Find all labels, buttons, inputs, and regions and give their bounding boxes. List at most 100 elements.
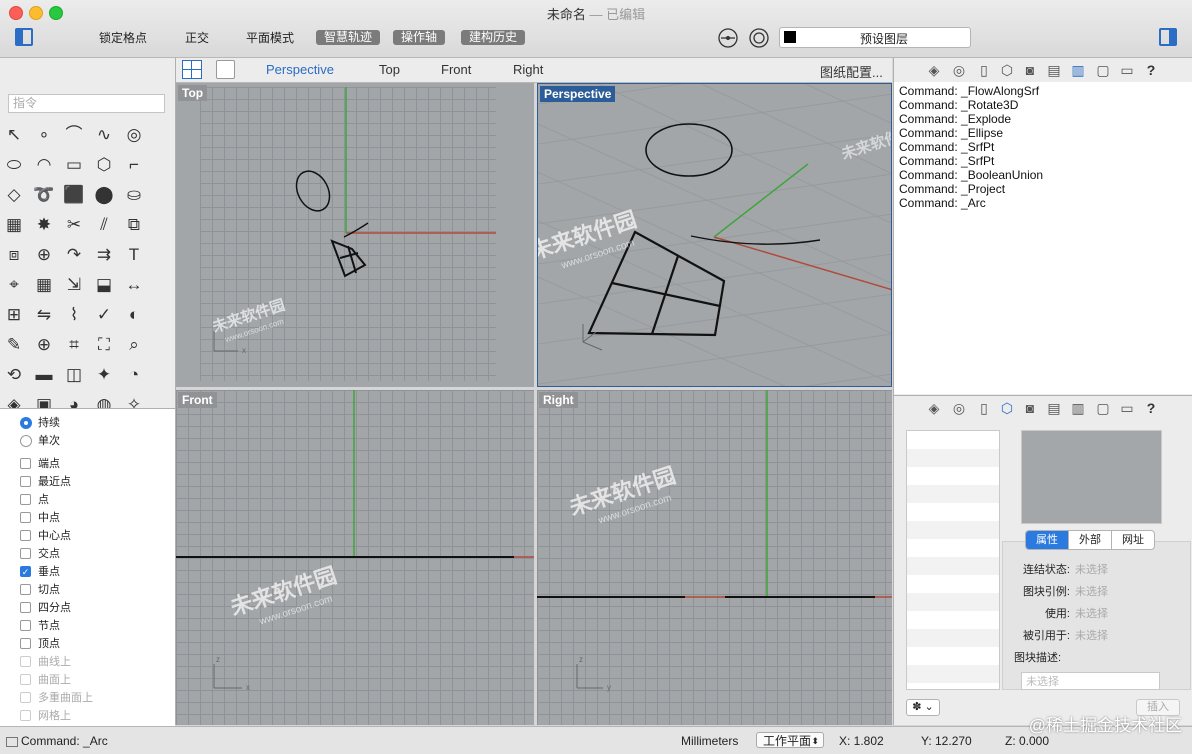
cplane-selector[interactable]: 工作平面 ⬍ xyxy=(756,732,824,748)
list-row[interactable] xyxy=(907,575,999,593)
zoom-window-icon[interactable]: ⌗ xyxy=(63,334,85,356)
group-icon[interactable]: ⧈ xyxy=(3,244,25,266)
layer-selector[interactable]: 预设图层 xyxy=(779,27,971,48)
offset-icon[interactable]: ⇉ xyxy=(93,244,115,266)
shade-icon[interactable]: ◐ xyxy=(123,304,145,326)
sweep-icon[interactable]: ➰ xyxy=(33,184,55,206)
render-icon[interactable]: ▤ xyxy=(1045,61,1063,79)
curve-fillet-icon[interactable]: ↷ xyxy=(63,244,85,266)
material-icon[interactable]: ▣ xyxy=(33,394,55,408)
zoom-in-icon[interactable]: ⊕ xyxy=(33,334,55,356)
smart-track-button[interactable]: 智慧轨迹 xyxy=(316,30,381,45)
layers-icon[interactable]: ◈ xyxy=(925,61,943,79)
block-icon[interactable]: ⬡ xyxy=(998,399,1016,417)
command-history-icon[interactable]: ▥ xyxy=(1069,399,1087,417)
units[interactable]: Millimeters xyxy=(681,734,738,748)
paint-icon[interactable]: ✎ xyxy=(3,334,25,356)
dimension-icon[interactable]: ↔ xyxy=(123,274,145,296)
sphere-icon[interactable]: ⬤ xyxy=(93,184,115,206)
transform-icon[interactable]: ⇲ xyxy=(63,274,85,296)
text-icon[interactable]: T xyxy=(123,244,145,266)
list-row[interactable] xyxy=(907,467,999,485)
property-tab[interactable]: 外部 xyxy=(1069,531,1112,549)
circle-icon[interactable]: ◎ xyxy=(123,124,145,146)
four-view-layout-icon[interactable] xyxy=(182,60,202,79)
point-icon[interactable]: ∘ xyxy=(33,124,55,146)
deform-icon[interactable]: ⌇ xyxy=(63,304,85,326)
filter-icon[interactable] xyxy=(749,28,769,48)
join-icon[interactable]: ⧉ xyxy=(123,214,145,236)
curve-icon[interactable]: ∿ xyxy=(93,124,115,146)
display-icon[interactable]: ◎ xyxy=(950,61,968,79)
viewport-label-top[interactable]: Top xyxy=(178,85,208,101)
polygon-icon[interactable]: ⬡ xyxy=(93,154,115,176)
toggle-right-panel-icon[interactable] xyxy=(1159,28,1177,46)
list-row[interactable] xyxy=(907,611,999,629)
render-icon[interactable]: ▤ xyxy=(1045,399,1063,417)
surface-icon[interactable]: ◇ xyxy=(3,184,25,206)
property-tab[interactable]: 网址 xyxy=(1112,531,1154,549)
viewport-label-perspective[interactable]: Perspective xyxy=(540,86,616,102)
planar-mode-button[interactable]: 平面模式 xyxy=(246,30,294,46)
list-row[interactable] xyxy=(907,449,999,467)
list-row[interactable] xyxy=(907,431,999,449)
box-icon[interactable]: ⬛ xyxy=(63,184,85,206)
document-icon[interactable]: ▯ xyxy=(975,61,993,79)
cylinder-icon[interactable]: ⛀ xyxy=(123,184,145,206)
command-history-icon[interactable]: ▥ xyxy=(1069,61,1087,79)
list-row[interactable] xyxy=(907,647,999,665)
list-row[interactable] xyxy=(907,665,999,683)
mesh-icon[interactable]: ▦ xyxy=(3,214,25,236)
ellipse-icon[interactable]: ⬭ xyxy=(3,154,25,176)
camera-icon[interactable]: ◙ xyxy=(1021,399,1039,417)
list-row[interactable] xyxy=(907,593,999,611)
properties-icon[interactable]: ▢ xyxy=(1094,61,1112,79)
viewport-right[interactable]: z y Right 未来软件园 www.orsoon.com xyxy=(537,390,892,725)
list-row[interactable] xyxy=(907,521,999,539)
history-button[interactable]: 建构历史 xyxy=(461,30,526,45)
grid-snap-button[interactable]: 锁定格点 xyxy=(99,30,147,46)
grid-icon[interactable]: ⊞ xyxy=(3,304,25,326)
object-icon[interactable]: ⬡ xyxy=(998,61,1016,79)
viewport-label-front[interactable]: Front xyxy=(178,392,217,408)
property-tab[interactable]: 属性 xyxy=(1026,531,1069,549)
osnap-toggle-icon[interactable] xyxy=(718,28,738,48)
layout-config-button[interactable]: 图纸配置... xyxy=(820,62,883,81)
display-icon[interactable]: ◎ xyxy=(950,399,968,417)
polyline-icon[interactable]: ⌒ xyxy=(63,124,85,146)
command-input[interactable]: 指令 xyxy=(8,94,165,113)
gumball-button[interactable]: 操作轴 xyxy=(393,30,446,45)
bulb-icon[interactable]: ◔ xyxy=(123,364,145,386)
mirror-icon[interactable]: ⇋ xyxy=(33,304,55,326)
properties-icon[interactable]: ▢ xyxy=(1094,399,1112,417)
list-row[interactable] xyxy=(907,557,999,575)
monitor-icon[interactable]: ▭ xyxy=(1118,61,1136,79)
zoom-icon[interactable]: ⌕ xyxy=(123,334,145,356)
list-row[interactable] xyxy=(907,539,999,557)
layers-icon[interactable]: ◈ xyxy=(925,399,943,417)
document-icon[interactable]: ▯ xyxy=(975,399,993,417)
rectangle-icon[interactable]: ▭ xyxy=(63,154,85,176)
list-row[interactable] xyxy=(907,629,999,647)
split-icon[interactable]: ⫽ xyxy=(93,214,115,236)
viewport-perspective[interactable]: Perspective 未来软件园 未来软件园 www.orsoon.com xyxy=(537,83,892,387)
gear-menu-button[interactable]: ✽ ⌄ xyxy=(906,699,940,716)
rotate-view-icon[interactable]: ⟲ xyxy=(3,364,25,386)
layout-icon[interactable]: ◫ xyxy=(63,364,85,386)
trim-icon[interactable]: ✂ xyxy=(63,214,85,236)
tab-right[interactable]: Right xyxy=(513,62,543,77)
single-view-layout-icon[interactable] xyxy=(216,60,235,79)
check-icon[interactable]: ✓ xyxy=(93,304,115,326)
list-row[interactable] xyxy=(907,485,999,503)
zoom-extents-icon[interactable]: ⛶ xyxy=(93,334,115,356)
ortho-button[interactable]: 正交 xyxy=(185,30,209,46)
monitor-icon[interactable]: ▭ xyxy=(1118,399,1136,417)
camera-icon[interactable]: ◙ xyxy=(1021,61,1039,79)
viewport-top[interactable]: y x Top 未来软件园 www.orsoon.com xyxy=(176,83,534,387)
boolean-icon[interactable]: ⊕ xyxy=(33,244,55,266)
tab-top[interactable]: Top xyxy=(379,62,400,77)
viewport-front[interactable]: z x Front 未来软件园 www.orsoon.com xyxy=(176,390,534,725)
explode-icon[interactable]: ✸ xyxy=(33,214,55,236)
help-icon[interactable]: ? xyxy=(1142,399,1160,417)
list-row[interactable] xyxy=(907,503,999,521)
